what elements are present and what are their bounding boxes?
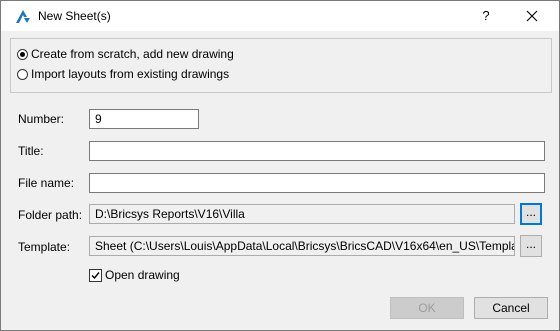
open-drawing-label: Open drawing <box>105 268 180 282</box>
template-label: Template: <box>18 240 71 254</box>
help-button[interactable]: ? <box>463 1 509 31</box>
cancel-button[interactable]: Cancel <box>474 297 548 319</box>
open-drawing-checkbox[interactable] <box>89 268 102 282</box>
folder-path-input[interactable]: D:\Bricsys Reports\V16\Villa <box>89 204 515 224</box>
number-input[interactable]: 9 <box>89 109 199 129</box>
folder-browse-button[interactable]: ... <box>520 203 542 225</box>
radio-button[interactable] <box>17 48 28 60</box>
checkmark-icon <box>91 271 100 279</box>
close-icon <box>526 10 538 22</box>
number-label: Number: <box>18 112 65 126</box>
title-input[interactable] <box>89 141 545 161</box>
title-bar[interactable]: New Sheet(s) ? <box>1 1 559 31</box>
radio-button[interactable] <box>17 68 28 80</box>
creation-mode-group: Create from scratch, add new drawing Imp… <box>10 38 552 93</box>
radio-label: Create from scratch, add new drawing <box>31 47 234 61</box>
radio-create-from-scratch[interactable]: Create from scratch, add new drawing <box>17 45 234 63</box>
window-title: New Sheet(s) <box>38 9 111 23</box>
ok-button[interactable]: OK <box>390 297 464 319</box>
open-drawing-option[interactable]: Open drawing <box>89 267 180 283</box>
radio-label: Import layouts from existing drawings <box>31 67 230 81</box>
title-label: Title: <box>18 144 44 158</box>
template-input[interactable]: Sheet (C:\Users\Louis\AppData\Local\Bric… <box>89 236 515 256</box>
radio-import-layouts[interactable]: Import layouts from existing drawings <box>17 65 229 83</box>
file-name-input[interactable] <box>89 173 545 193</box>
bricscad-logo-icon <box>16 10 30 23</box>
new-sheets-dialog: New Sheet(s) ? Create from scratch, add … <box>0 0 560 331</box>
folder-path-label: Folder path: <box>18 208 83 222</box>
template-browse-button[interactable]: ... <box>520 235 542 257</box>
file-name-label: File name: <box>18 176 75 190</box>
close-button[interactable] <box>509 1 555 31</box>
